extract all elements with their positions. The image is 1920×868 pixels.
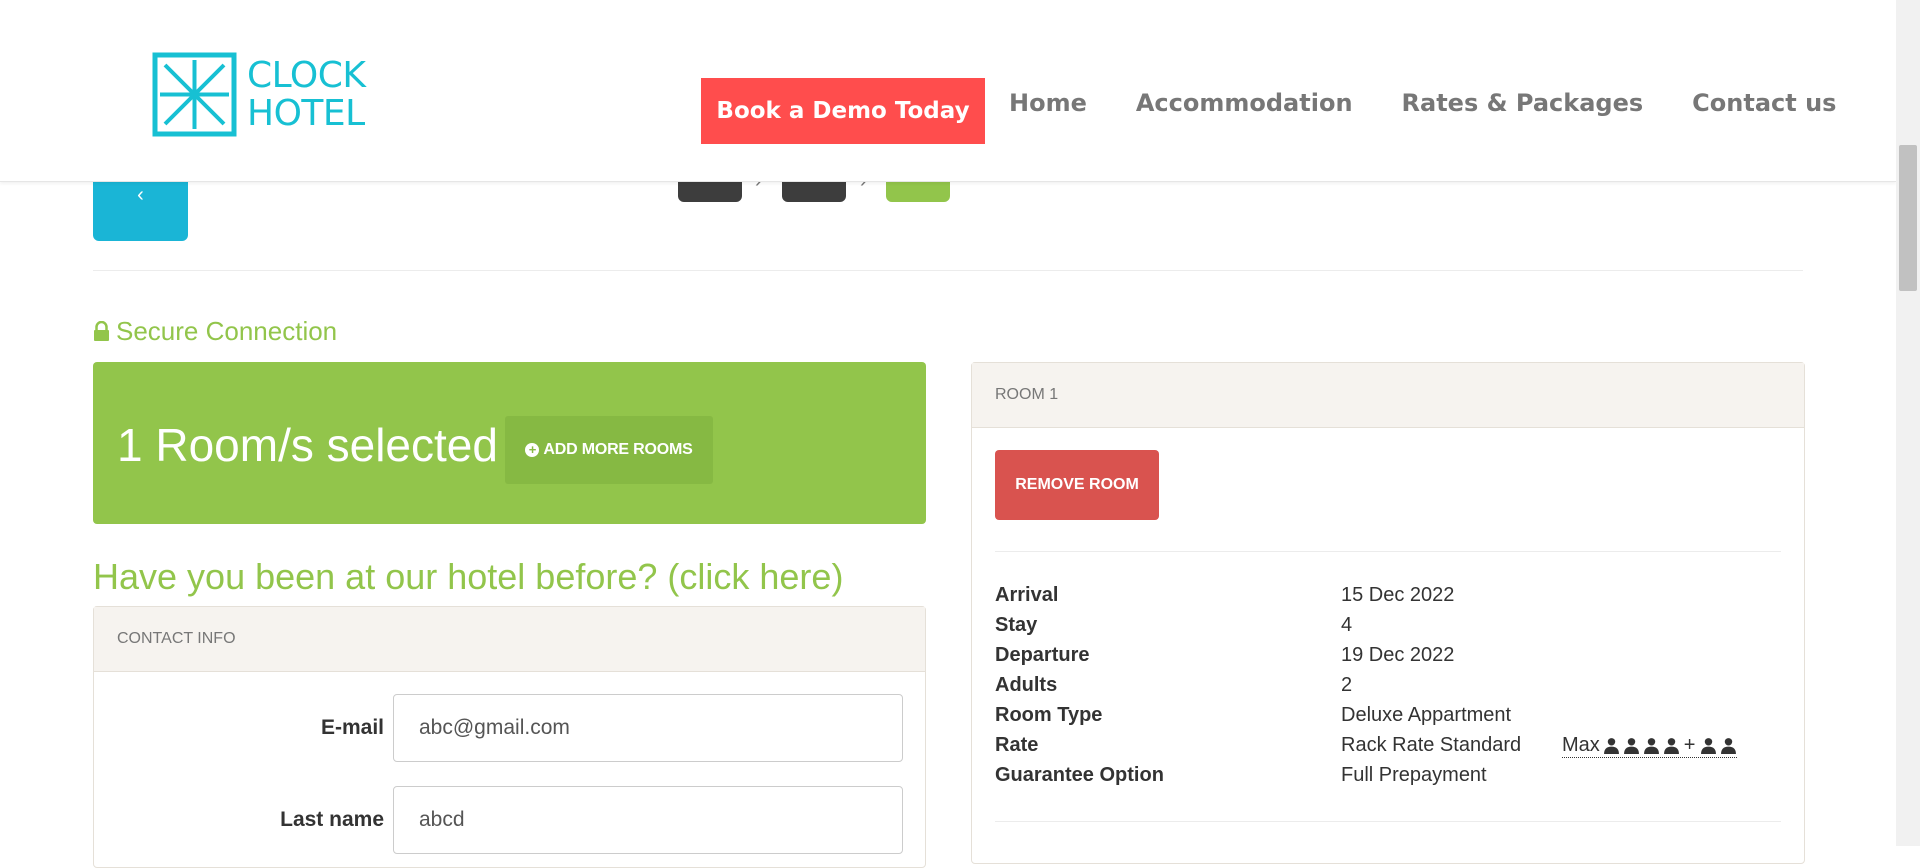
divider <box>995 551 1781 552</box>
user-icon <box>1643 738 1659 754</box>
returning-guest-link[interactable]: Have you been at our hotel before? (clic… <box>93 556 843 598</box>
contact-info-header: CONTACT INFO <box>94 607 925 672</box>
plus-sign: + <box>1683 734 1696 756</box>
detail-value: Full Prepayment <box>1341 764 1487 786</box>
detail-value: 19 Dec 2022 <box>1341 644 1455 666</box>
chevron-left-icon: ‹ <box>137 184 144 206</box>
nav-home[interactable]: Home <box>1009 89 1087 117</box>
nav-accommodation[interactable]: Accommodation <box>1136 89 1353 117</box>
last-name-label: Last name <box>280 808 384 831</box>
remove-room-button[interactable]: REMOVE ROOM <box>995 450 1159 520</box>
detail-key: Departure <box>995 644 1090 666</box>
main-nav: Home Accommodation Rates & Packages Cont… <box>1009 89 1836 117</box>
detail-key: Room Type <box>995 704 1103 726</box>
email-label: E-mail <box>320 716 384 739</box>
detail-key: Rate <box>995 734 1039 756</box>
detail-value: 4 <box>1341 614 1353 636</box>
nav-rates-packages[interactable]: Rates & Packages <box>1402 89 1644 117</box>
user-icon <box>1701 738 1717 754</box>
hotel-logo[interactable]: CLOCK HOTEL <box>152 52 366 137</box>
detail-value: Deluxe Appartment <box>1341 704 1512 726</box>
add-more-rooms-button[interactable]: + ADD MORE ROOMS <box>505 416 713 484</box>
max-label: Max <box>1562 734 1600 756</box>
add-more-rooms-label: ADD MORE ROOMS <box>543 441 693 458</box>
email-field[interactable] <box>393 694 903 762</box>
detail-value: Rack Rate Standard <box>1341 734 1522 756</box>
book-demo-button[interactable]: Book a Demo Today <box>701 78 985 144</box>
rooms-selected-title: 1 Room/s selected <box>117 419 498 471</box>
detail-value: 15 Dec 2022 <box>1341 584 1455 606</box>
divider <box>93 270 1803 271</box>
secure-connection: Secure Connection <box>93 316 337 347</box>
email-row: E-mail <box>94 694 925 764</box>
detail-key: Arrival <box>995 584 1059 606</box>
plus-circle-icon: + <box>525 443 540 457</box>
max-occupancy-tooltip[interactable]: Max + <box>1562 734 1738 758</box>
user-icon <box>1721 738 1737 754</box>
detail-key: Guarantee Option <box>995 764 1164 786</box>
detail-key: Adults <box>995 674 1058 696</box>
rooms-selected-box: 1 Room/s selected + ADD MORE ROOMS <box>93 362 926 524</box>
nav-contact-us[interactable]: Contact us <box>1692 89 1836 117</box>
user-icon <box>1663 738 1679 754</box>
logo-text: CLOCK HOTEL <box>247 54 366 134</box>
user-icon <box>1623 738 1639 754</box>
lock-icon <box>94 321 109 341</box>
room-1-header: ROOM 1 <box>972 363 1804 428</box>
site-header: CLOCK HOTEL Book a Demo Today Home Accom… <box>0 0 1896 182</box>
user-icon <box>1603 738 1619 754</box>
last-name-field[interactable] <box>393 786 903 854</box>
secure-label: Secure Connection <box>116 316 338 346</box>
detail-value: 2 <box>1341 674 1353 696</box>
page-scrollbar[interactable] <box>1896 0 1920 846</box>
divider <box>995 821 1781 822</box>
contact-info-panel: CONTACT INFO E-mail Last name <box>93 606 926 868</box>
detail-key: Stay <box>995 614 1038 636</box>
clock-logo-icon <box>152 52 237 137</box>
room-1-panel: ROOM 1 REMOVE ROOM Arrival 15 Dec 2022 S… <box>971 362 1805 864</box>
scrollbar-thumb[interactable] <box>1899 145 1917 291</box>
